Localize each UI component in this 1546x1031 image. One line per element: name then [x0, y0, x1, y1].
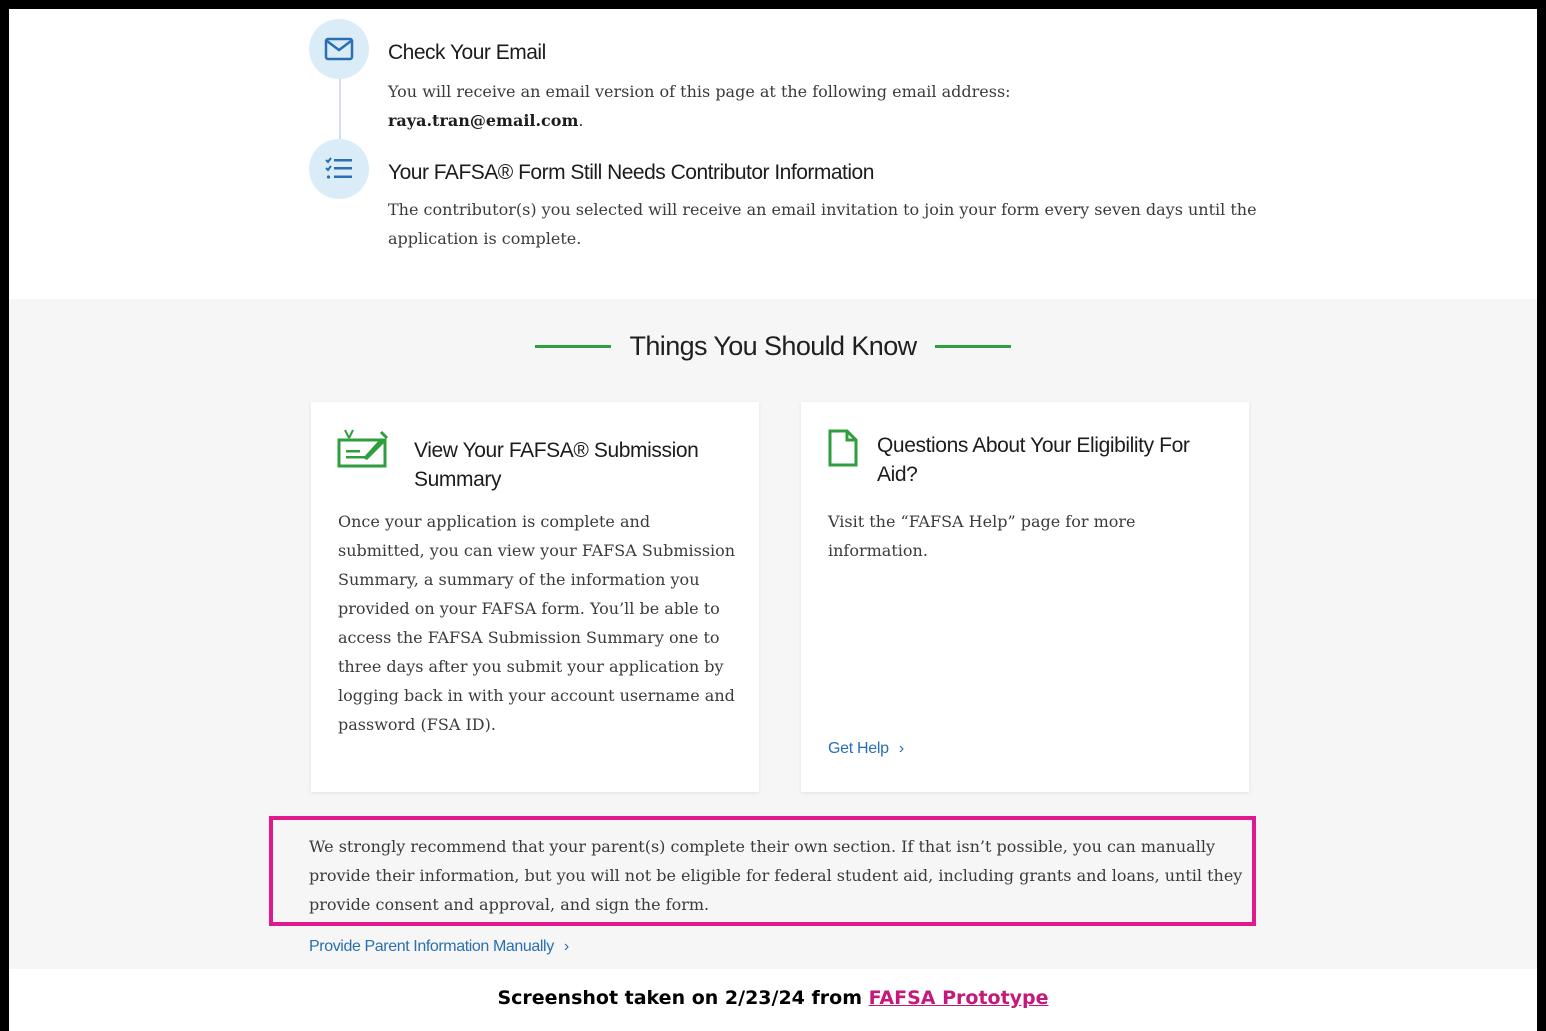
email-address: raya.tran@email.com	[388, 111, 579, 130]
card-title: View Your FAFSA® Submission Summary	[414, 439, 699, 491]
card-title: Questions About Your Eligibility For Aid…	[877, 434, 1190, 486]
card-eligibility-questions: Questions About Your Eligibility For Aid…	[801, 402, 1249, 792]
heading-rule-right	[934, 344, 1011, 348]
card-submission-summary: View Your FAFSA® Submission Summary Once…	[311, 402, 759, 792]
heading-rule-left	[535, 344, 612, 348]
step-title: Check Your Email	[388, 41, 546, 64]
section-heading: Things You Should Know	[9, 324, 1537, 368]
step-text: The contributor(s) you selected will rec…	[388, 200, 1257, 248]
step-title: Your FAFSA® Form Still Needs Contributor…	[388, 161, 874, 184]
chevron-right-icon: ›	[898, 740, 904, 757]
next-steps-section: Check Your Email You will receive an ema…	[9, 9, 1537, 299]
section-title: Things You Should Know	[629, 330, 917, 361]
provide-parent-info-link[interactable]: Provide Parent Information Manually ›	[309, 938, 569, 956]
checklist-icon	[309, 139, 369, 199]
screenshot-caption: Screenshot taken on 2/23/24 from FAFSA P…	[497, 987, 1049, 1009]
document-signature-icon	[337, 428, 389, 472]
get-help-link[interactable]: Get Help ›	[828, 740, 904, 758]
document-icon	[827, 428, 859, 472]
card-body: Visit the “FAFSA Help” page for more inf…	[828, 512, 1136, 560]
chevron-right-icon: ›	[563, 938, 569, 955]
parent-consent-notice: We strongly recommend that your parent(s…	[309, 837, 1243, 914]
fafsa-prototype-link[interactable]: FAFSA Prototype	[869, 987, 1049, 1009]
card-body: Once your application is complete and su…	[338, 512, 736, 734]
screenshot-frame: Check Your Email You will receive an ema…	[9, 9, 1537, 1031]
envelope-icon	[309, 19, 369, 79]
step-text: You will receive an email version of thi…	[388, 82, 1011, 130]
timeline-connector	[339, 69, 341, 149]
